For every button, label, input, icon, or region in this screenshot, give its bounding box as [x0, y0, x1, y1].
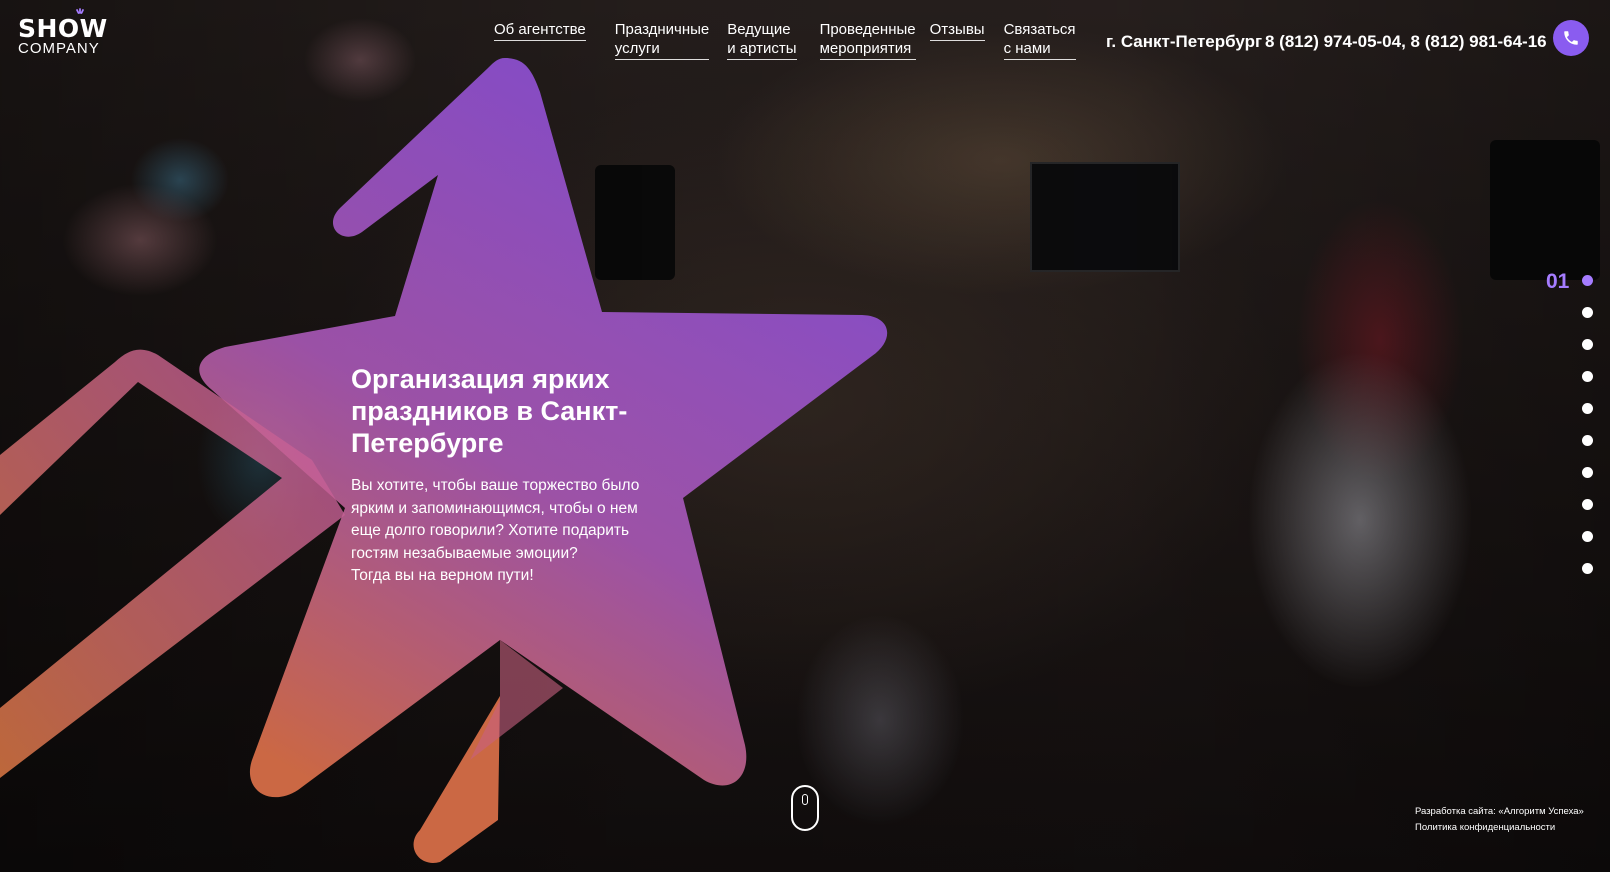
- nav-item-services[interactable]: Праздничные услуги: [614, 20, 710, 60]
- logo-text-bottom: COMPANY: [18, 40, 100, 57]
- slider-dot[interactable]: [1582, 499, 1593, 510]
- nav-item-reviews[interactable]: Отзывы: [929, 20, 985, 41]
- slider-dot[interactable]: [1582, 467, 1593, 478]
- nav-item-hosts[interactable]: Ведущие и артисты: [727, 20, 797, 60]
- nav-item-contact[interactable]: Связаться с нами: [1003, 20, 1076, 60]
- main-nav: Об агентстве Праздничные услуги Ведущие …: [494, 20, 1076, 60]
- hero-title: Организация ярких праздников в Санкт-Пет…: [351, 364, 628, 458]
- slider-dot[interactable]: [1582, 371, 1593, 382]
- nav-item-events[interactable]: Проведенные мероприятия: [819, 20, 916, 60]
- slider-dot[interactable]: [1582, 403, 1593, 414]
- slider-dot[interactable]: [1582, 307, 1593, 318]
- scroll-down-mouse-icon[interactable]: [791, 785, 819, 831]
- company-logo[interactable]: SHOW COMPANY: [18, 8, 118, 57]
- slider-dot[interactable]: [1582, 563, 1593, 574]
- mouse-wheel-icon: [802, 794, 808, 805]
- call-button[interactable]: [1553, 20, 1589, 56]
- slider-dot[interactable]: [1582, 275, 1593, 286]
- phone-numbers[interactable]: 8 (812) 974-05-04, 8 (812) 981-64-16: [1265, 32, 1547, 52]
- sparkle-icon: [76, 8, 84, 14]
- privacy-policy-link[interactable]: Политика конфиденциальности: [1415, 820, 1584, 836]
- city-label: г. Санкт-Петербург: [1106, 32, 1263, 51]
- slider-dot[interactable]: [1582, 435, 1593, 446]
- hero-description: Вы хотите, чтобы ваше торжество было ярк…: [351, 477, 640, 584]
- logo-text-top: SHOW: [18, 14, 108, 43]
- developer-link[interactable]: Разработка сайта: «Алгоритм Успеха»: [1415, 804, 1584, 820]
- phone-icon: [1564, 31, 1578, 45]
- slider-dot[interactable]: [1582, 339, 1593, 350]
- slider-dot[interactable]: [1582, 531, 1593, 542]
- nav-item-about[interactable]: Об агентстве: [494, 20, 586, 41]
- star-decoration: [0, 58, 888, 863]
- slide-number: 01: [1546, 270, 1570, 293]
- diagonal-stroke: [413, 696, 500, 863]
- footer-links: Разработка сайта: «Алгоритм Успеха» Поли…: [1415, 804, 1584, 836]
